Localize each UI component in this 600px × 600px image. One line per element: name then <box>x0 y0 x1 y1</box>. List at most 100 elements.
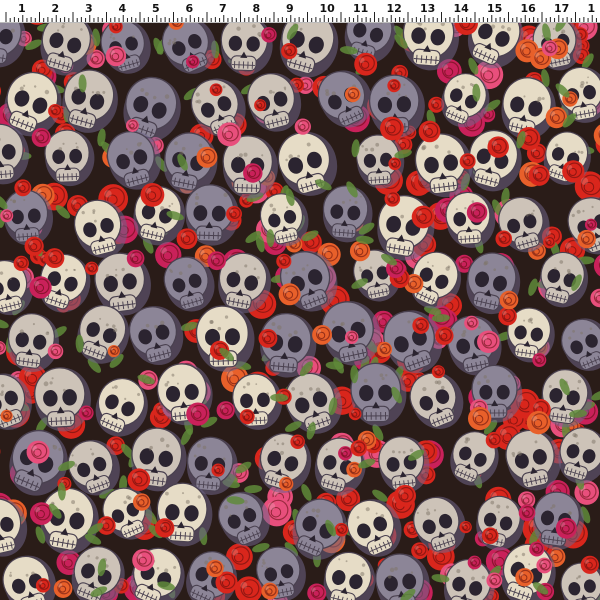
rose <box>186 55 200 69</box>
ruler-number: 1 <box>587 2 596 15</box>
rose <box>435 326 454 345</box>
rose <box>541 40 558 57</box>
rose <box>481 527 499 544</box>
rose <box>157 520 173 536</box>
rose <box>85 261 99 275</box>
ruler-number: 1 <box>18 2 26 15</box>
fabric-swatch: 1 2 3 4 5 6 7 8 9 10 11 12 13 14 15 16 17 1 <box>0 0 600 600</box>
rose <box>140 182 165 207</box>
rose <box>412 317 430 334</box>
rose <box>294 118 311 135</box>
rose <box>334 522 349 537</box>
ruler-number: 4 <box>118 2 127 15</box>
rose <box>485 432 503 449</box>
ruler-number: 17 <box>554 2 570 15</box>
rose <box>536 557 553 574</box>
measuring-ruler: 1 2 3 4 5 6 7 8 9 10 11 12 13 14 15 16 17 1 <box>0 0 600 23</box>
rose <box>344 330 359 344</box>
rose <box>543 236 556 249</box>
rose <box>376 341 393 358</box>
rose <box>411 205 435 229</box>
ruler-number: 3 <box>85 2 93 15</box>
rose <box>47 343 64 360</box>
rose <box>31 127 51 148</box>
rose <box>261 27 277 43</box>
ruler-number: 14 <box>453 2 469 15</box>
rose <box>0 409 13 423</box>
rose <box>388 157 402 171</box>
rose <box>216 401 235 420</box>
rose <box>14 179 32 197</box>
ruler-number: 2 <box>51 2 60 15</box>
ruler-number: 7 <box>219 2 227 15</box>
rose <box>48 103 63 119</box>
rose <box>528 164 550 186</box>
rose <box>53 579 73 598</box>
rose <box>495 230 513 248</box>
rose <box>186 402 210 426</box>
rose <box>467 555 482 570</box>
rose <box>348 407 362 421</box>
rose <box>580 555 599 574</box>
rose <box>35 578 51 593</box>
ruler-number: 12 <box>386 2 402 15</box>
rose <box>278 283 301 306</box>
rose <box>555 517 577 539</box>
rose <box>387 78 401 93</box>
rose <box>467 406 492 431</box>
rose <box>44 248 65 268</box>
rose <box>217 122 242 147</box>
rose <box>499 290 519 310</box>
rose <box>279 476 294 492</box>
ruler-number: 9 <box>286 2 294 15</box>
rose <box>78 405 94 421</box>
skull-and-roses-pattern <box>0 22 600 600</box>
rose <box>526 410 551 435</box>
rose <box>290 434 305 450</box>
rose <box>518 504 536 522</box>
rose <box>477 330 500 354</box>
rose <box>464 315 479 331</box>
ruler-number: 10 <box>319 2 335 15</box>
ruler-number: 8 <box>252 2 261 15</box>
rose <box>105 45 127 67</box>
rose <box>418 120 441 143</box>
rose <box>498 306 517 326</box>
rose <box>126 249 145 268</box>
ruler-number: 5 <box>152 2 160 15</box>
rose <box>349 240 371 262</box>
rose <box>577 229 596 249</box>
ruler-number: 15 <box>487 2 503 15</box>
rose <box>394 484 417 507</box>
rose <box>515 568 534 587</box>
rose <box>206 559 224 578</box>
rose <box>344 86 361 103</box>
ruler-number: 16 <box>520 2 536 15</box>
rose <box>243 163 263 183</box>
rose <box>459 520 472 534</box>
rose <box>354 52 378 76</box>
rose <box>562 160 585 183</box>
rose <box>312 324 332 345</box>
rose <box>13 255 29 272</box>
rose <box>24 236 44 256</box>
ruler-number: 11 <box>353 2 369 15</box>
rose <box>431 365 445 379</box>
rose <box>466 202 488 223</box>
rose <box>209 83 223 97</box>
rose <box>125 119 139 132</box>
rose <box>239 409 255 425</box>
rose <box>338 446 353 461</box>
rose <box>196 146 218 168</box>
ruler-number: 6 <box>185 2 194 15</box>
rose <box>486 572 503 589</box>
rose <box>127 468 151 492</box>
rose <box>384 191 401 207</box>
rose <box>258 328 278 348</box>
rose <box>276 253 292 269</box>
rose <box>584 218 598 231</box>
rose <box>254 99 267 112</box>
rose <box>226 206 242 222</box>
rose <box>487 136 509 158</box>
rose <box>0 209 14 223</box>
